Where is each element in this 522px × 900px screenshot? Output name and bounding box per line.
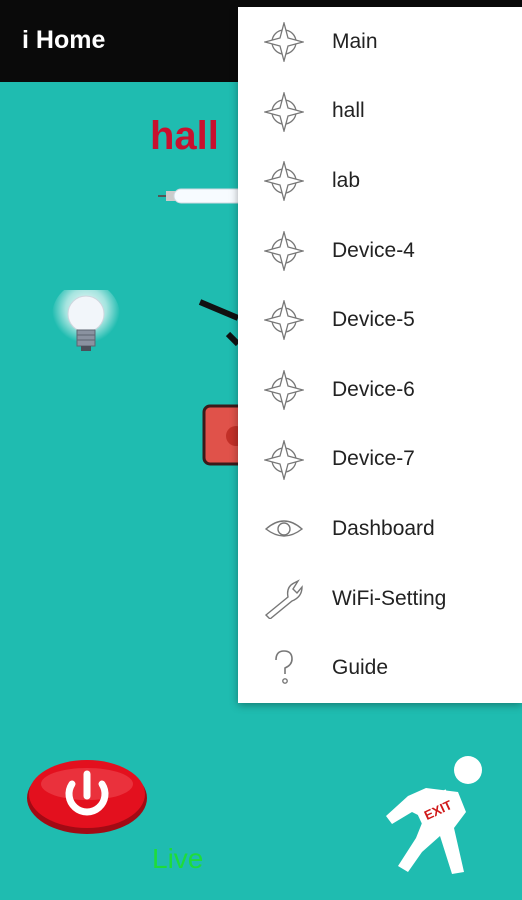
compass-star-icon [264, 230, 304, 271]
compass-star-icon [264, 439, 304, 480]
compass-star-icon [264, 300, 304, 341]
menu-item-main[interactable]: Main [238, 7, 522, 77]
eye-icon [264, 520, 304, 537]
wrench-icon [264, 579, 303, 619]
menu-label: lab [332, 168, 361, 192]
menu-label: Device-5 [332, 308, 415, 332]
menu-label: Device-6 [332, 377, 415, 401]
compass-star-icon [264, 369, 304, 410]
menu-label: Guide [332, 656, 389, 680]
live-status: Live [152, 843, 204, 874]
menu-label: Dashboard [332, 516, 435, 540]
menu-item-dashboard[interactable]: Dashboard [238, 494, 522, 564]
menu-label: hall [332, 99, 365, 123]
menu-label: WiFi-Setting [332, 586, 447, 610]
menu-item-device-7[interactable]: Device-7 [238, 425, 522, 495]
overflow-menu: Main hall lab Device-4 Device-5 Device-6… [238, 7, 522, 703]
app-title: i Home [22, 26, 106, 54]
compass-star-icon [264, 91, 304, 132]
menu-item-guide[interactable]: Guide [238, 633, 522, 703]
menu-item-hall[interactable]: hall [238, 77, 522, 147]
compass-star-icon [264, 161, 304, 202]
bulb-icon[interactable] [46, 290, 126, 360]
menu-label: Device-4 [332, 238, 415, 262]
menu-item-wifi-setting[interactable]: WiFi-Setting [238, 564, 522, 634]
question-icon [275, 650, 293, 685]
room-title: hall [150, 114, 219, 158]
menu-item-device-6[interactable]: Device-6 [238, 355, 522, 425]
power-button[interactable] [24, 756, 150, 836]
menu-item-device-5[interactable]: Device-5 [238, 285, 522, 355]
menu-label: Main [332, 29, 378, 53]
menu-label: Device-7 [332, 447, 415, 471]
menu-item-device-4[interactable]: Device-4 [238, 216, 522, 286]
compass-star-icon [264, 22, 304, 62]
menu-item-lab[interactable]: lab [238, 146, 522, 216]
exit-running-man-icon[interactable]: EXIT [368, 752, 498, 876]
